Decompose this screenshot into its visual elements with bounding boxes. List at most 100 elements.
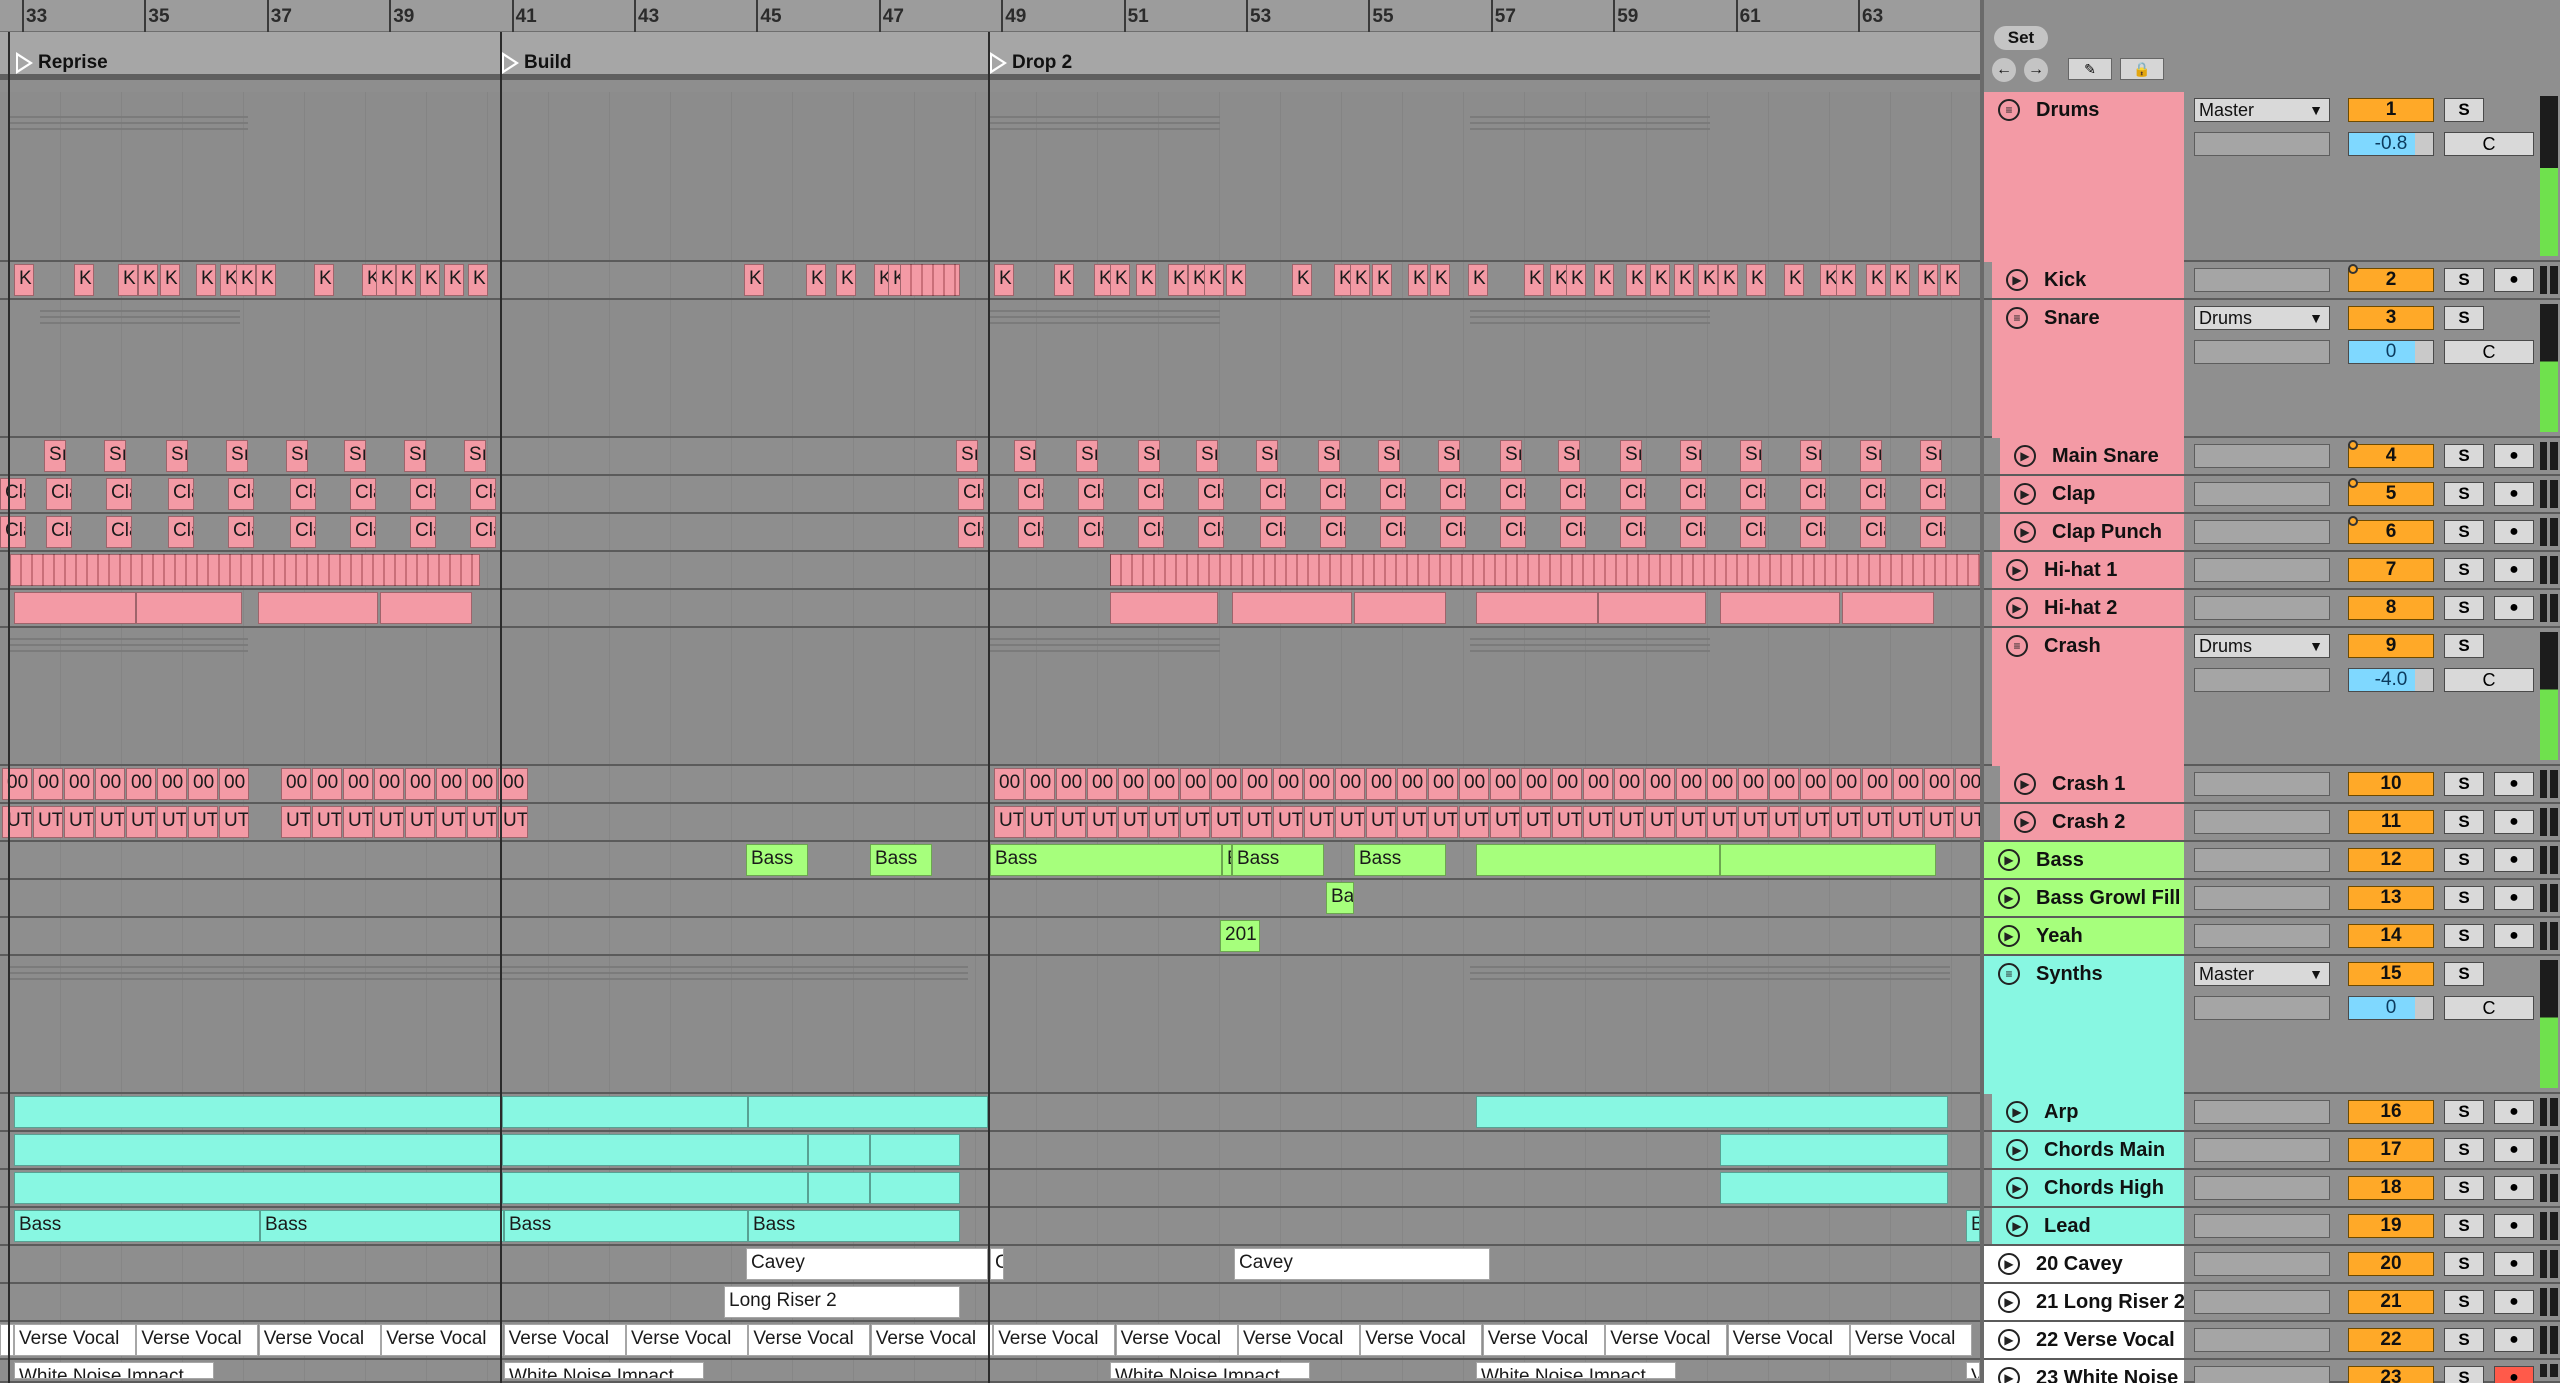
arrangement-clip[interactable]: K: [118, 264, 138, 296]
arrangement-clip[interactable]: Bass: [1232, 844, 1324, 876]
arrangement-clip[interactable]: Sı: [1558, 440, 1580, 472]
routing-slot[interactable]: [2194, 848, 2330, 872]
track-number-button[interactable]: 18: [2348, 1176, 2434, 1200]
arrangement-clip[interactable]: K: [1746, 264, 1766, 296]
routing-slot[interactable]: [2194, 340, 2330, 364]
pan-field[interactable]: C: [2444, 132, 2534, 156]
arrangement-clip[interactable]: [0, 1324, 14, 1356]
track-number-button[interactable]: 17: [2348, 1138, 2434, 1162]
arrangement-clip[interactable]: K: [1674, 264, 1694, 296]
arrangement-clip[interactable]: UT: [1583, 806, 1613, 838]
arrangement-clip[interactable]: Bass: [1354, 844, 1446, 876]
track-number-button[interactable]: 9: [2348, 634, 2434, 658]
arrangement-clip[interactable]: UT: [1924, 806, 1954, 838]
solo-button[interactable]: S: [2444, 596, 2484, 620]
routing-slot[interactable]: [2194, 1366, 2330, 1383]
track-number-button[interactable]: 19: [2348, 1214, 2434, 1238]
arrangement-clip[interactable]: UT: [188, 806, 218, 838]
arrangement-clip[interactable]: 00: [1242, 768, 1272, 800]
group-fold-icon[interactable]: ≡: [1998, 963, 2020, 985]
lane-clap[interactable]: Cla Cla Cla Cla Cla Cla Cla Cla Cla Cla Cla Cla Cla C…: [0, 476, 1980, 514]
arrangement-clip[interactable]: UT: [1800, 806, 1830, 838]
arrangement-clip[interactable]: K: [836, 264, 856, 296]
arrangement-clip[interactable]: K: [1350, 264, 1370, 296]
track-header-hi-hat-1[interactable]: Hi-hat 1 ▶ 7 S ●: [1984, 552, 2560, 590]
track-number-button[interactable]: 5: [2348, 482, 2434, 506]
solo-button[interactable]: S: [2444, 1100, 2484, 1124]
arrangement-clip[interactable]: Cla: [228, 478, 254, 510]
arrangement-clip[interactable]: UT: [1769, 806, 1799, 838]
pan-field[interactable]: C: [2444, 340, 2534, 364]
arrangement-clip[interactable]: Bass: [260, 1210, 504, 1242]
arrangement-clip[interactable]: Cla: [1800, 516, 1826, 548]
arrangement-clip[interactable]: Verse Vocal: [1727, 1324, 1850, 1356]
lane-crash-2[interactable]: UT UT UT UT UT UT UT UT UT UT UT UT UT UT UT UT UT UT UT UT…: [0, 804, 1980, 842]
arrangement-clip[interactable]: UT: [1459, 806, 1489, 838]
track-activator-icon[interactable]: ▶: [1998, 887, 2020, 909]
output-routing-select[interactable]: Drums: [2194, 306, 2330, 330]
track-number-button[interactable]: 20: [2348, 1252, 2434, 1276]
arrangement-clip[interactable]: K: [1698, 264, 1718, 296]
arm-record-button[interactable]: ●: [2494, 772, 2534, 796]
arrangement-clip[interactable]: UT: [1738, 806, 1768, 838]
track-number-button[interactable]: 4: [2348, 444, 2434, 468]
arrangement-clip[interactable]: [1110, 592, 1218, 624]
solo-button[interactable]: S: [2444, 98, 2484, 122]
track-number-button[interactable]: 1: [2348, 98, 2434, 122]
track-number-button[interactable]: 22: [2348, 1328, 2434, 1352]
routing-slot[interactable]: [2194, 924, 2330, 948]
arrangement-clip[interactable]: Cla: [1018, 478, 1044, 510]
arrangement-clip[interactable]: UT: [467, 806, 497, 838]
track-activator-icon[interactable]: ▶: [2006, 1139, 2028, 1161]
arrangement-clip[interactable]: 00: [374, 768, 404, 800]
track-number-button[interactable]: 21: [2348, 1290, 2434, 1314]
arrangement-clip[interactable]: 00: [1831, 768, 1861, 800]
arrangement-clip[interactable]: Sı: [1378, 440, 1400, 472]
arrangement-clip[interactable]: 00: [1211, 768, 1241, 800]
arrangement-clip[interactable]: K: [1168, 264, 1188, 296]
arrangement-clip[interactable]: 00: [1056, 768, 1086, 800]
track-header-clap-punch[interactable]: Clap Punch ▶ 6 S ●: [1984, 514, 2560, 552]
arrangement-clip[interactable]: [502, 1172, 808, 1204]
group-fold-icon[interactable]: ≡: [1998, 99, 2020, 121]
draw-mode-icon[interactable]: ✎: [2068, 58, 2112, 80]
arrangement-clip[interactable]: Cla: [1680, 478, 1706, 510]
solo-button[interactable]: S: [2444, 268, 2484, 292]
solo-button[interactable]: S: [2444, 1328, 2484, 1352]
lane-hi-hat-2[interactable]: [0, 590, 1980, 628]
arrangement-clip[interactable]: 00: [498, 768, 528, 800]
lane-drums[interactable]: [0, 92, 1980, 262]
arrangement-clip[interactable]: [1720, 844, 1936, 876]
arrangement-clip[interactable]: 00: [1800, 768, 1830, 800]
solo-button[interactable]: S: [2444, 1290, 2484, 1314]
routing-slot[interactable]: [2194, 268, 2330, 292]
lane-crash-1[interactable]: 00 00 00 00 00 00 00 00 00 00 00 00 00 00 00 00 00 00 00 00…: [0, 766, 1980, 804]
arrangement-clip[interactable]: 00: [1738, 768, 1768, 800]
arrangement-clip[interactable]: E: [1222, 844, 1232, 876]
arrangement-clip[interactable]: [808, 1134, 870, 1166]
track-header-synths[interactable]: Synths≡Master15S0C: [1984, 956, 2560, 1094]
arrangement-clip[interactable]: Sı: [104, 440, 126, 472]
solo-button[interactable]: S: [2444, 1214, 2484, 1238]
arrangement-clip[interactable]: Cla: [1920, 516, 1946, 548]
arrangement-clip[interactable]: UT: [2, 806, 32, 838]
arrangement-clip[interactable]: 00: [1490, 768, 1520, 800]
track-activator-icon[interactable]: ▶: [2006, 269, 2028, 291]
arrangement-clip[interactable]: Cla: [1800, 478, 1826, 510]
arrangement-clip[interactable]: K: [1566, 264, 1586, 296]
arrangement-clip[interactable]: Sı: [286, 440, 308, 472]
arrangement-clip[interactable]: Cavey: [1234, 1248, 1490, 1280]
routing-slot[interactable]: [2194, 1328, 2330, 1352]
track-header-22-verse-vocal[interactable]: 22 Verse Vocal ▶ 22 S ●: [1984, 1322, 2560, 1360]
arrangement-clip[interactable]: UT: [1242, 806, 1272, 838]
arrangement-clip[interactable]: UT: [1676, 806, 1706, 838]
track-header-kick[interactable]: Kick ▶ 2 S ●: [1984, 262, 2560, 300]
arrangement-clip[interactable]: Bass: [14, 1210, 260, 1242]
arrangement-clip[interactable]: Sı: [1680, 440, 1702, 472]
lane-clap-punch[interactable]: Cla Cla Cla Cla Cla Cla Cla Cla Cla Cla Cla Cla Cla C…: [0, 514, 1980, 552]
lane-snare[interactable]: [0, 300, 1980, 438]
arrangement-clip[interactable]: 00: [1304, 768, 1334, 800]
arrangement-clip[interactable]: White Noise Impact: [14, 1362, 214, 1379]
solo-button[interactable]: S: [2444, 306, 2484, 330]
solo-button[interactable]: S: [2444, 848, 2484, 872]
